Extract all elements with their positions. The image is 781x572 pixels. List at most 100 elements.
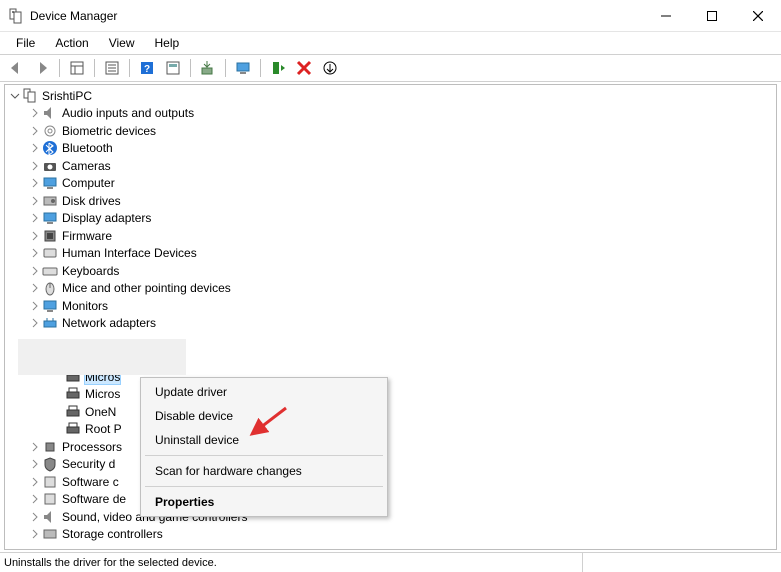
tree-item-label: Computer	[62, 176, 115, 190]
expand-icon[interactable]	[29, 493, 41, 505]
tree-root[interactable]: SrishtiPC	[5, 87, 776, 105]
action-button[interactable]	[161, 56, 185, 80]
category-icon	[42, 210, 58, 226]
menu-file[interactable]: File	[6, 34, 45, 52]
tree-category[interactable]: Security d	[5, 456, 776, 474]
tree-item-label: Bluetooth	[62, 141, 113, 155]
category-icon	[42, 474, 58, 490]
expand-icon[interactable]	[29, 458, 41, 470]
expand-icon[interactable]	[29, 142, 41, 154]
expand-icon[interactable]	[29, 282, 41, 294]
menu-action[interactable]: Action	[45, 34, 98, 52]
minimize-button[interactable]	[643, 0, 689, 32]
expand-icon[interactable]	[29, 107, 41, 119]
device-tree[interactable]: SrishtiPC Audio inputs and outputsBiomet…	[4, 84, 777, 550]
tree-item-label: Micros	[85, 387, 120, 401]
expand-icon[interactable]	[29, 317, 41, 329]
close-button[interactable]	[735, 0, 781, 32]
category-icon	[42, 158, 58, 174]
tree-category[interactable]: Monitors	[5, 297, 776, 315]
expand-icon[interactable]	[29, 511, 41, 523]
tree-category[interactable]: Disk drives	[5, 192, 776, 210]
status-text: Uninstalls the driver for the selected d…	[4, 557, 217, 569]
enable-device-button[interactable]	[266, 56, 290, 80]
tree-category[interactable]: Bluetooth	[5, 140, 776, 158]
context-disable-device[interactable]: Disable device	[141, 404, 387, 428]
properties-button[interactable]	[100, 56, 124, 80]
tree-category[interactable]: Cameras	[5, 157, 776, 175]
expand-icon[interactable]	[29, 441, 41, 453]
maximize-button[interactable]	[689, 0, 735, 32]
scan-hardware-button[interactable]	[231, 56, 255, 80]
toolbar: ?	[0, 54, 781, 82]
tree-item-label: Keyboards	[62, 264, 119, 278]
tree-item-printer[interactable]: Root P	[5, 421, 776, 439]
expand-icon[interactable]	[29, 247, 41, 259]
tree-category[interactable]: Software c	[5, 473, 776, 491]
tree-item-label: Biometric devices	[62, 124, 156, 138]
tree-category[interactable]: Processors	[5, 438, 776, 456]
menu-help[interactable]: Help	[145, 34, 190, 52]
printer-icon	[65, 421, 81, 437]
tree-category[interactable]: Firmware	[5, 227, 776, 245]
context-properties[interactable]: Properties	[141, 490, 387, 514]
category-icon	[42, 140, 58, 156]
category-icon	[42, 245, 58, 261]
tree-category[interactable]: Sound, video and game controllers	[5, 508, 776, 526]
update-driver-button[interactable]	[196, 56, 220, 80]
expand-icon[interactable]	[29, 265, 41, 277]
computer-icon	[22, 88, 38, 104]
tree-category[interactable]: Storage controllers	[5, 526, 776, 544]
back-button[interactable]	[4, 56, 28, 80]
tree-category[interactable]: Audio inputs and outputs	[5, 105, 776, 123]
category-icon	[42, 280, 58, 296]
app-icon	[8, 8, 24, 24]
forward-button[interactable]	[30, 56, 54, 80]
category-icon	[42, 228, 58, 244]
tree-item-printer[interactable]: Micros	[5, 386, 776, 404]
expand-icon[interactable]	[29, 125, 41, 137]
tree-item-label: Cameras	[62, 159, 111, 173]
category-icon	[42, 175, 58, 191]
tree-category[interactable]: Computer	[5, 175, 776, 193]
expand-icon[interactable]	[29, 528, 41, 540]
tree-category[interactable]: Network adapters	[5, 315, 776, 333]
category-icon	[42, 123, 58, 139]
expand-icon[interactable]	[29, 476, 41, 488]
printer-icon	[65, 404, 81, 420]
tree-item-label: Root P	[85, 422, 122, 436]
tree-category[interactable]: Human Interface Devices	[5, 245, 776, 263]
category-icon	[42, 439, 58, 455]
tree-category[interactable]: Display adapters	[5, 210, 776, 228]
tree-item-label: Network adapters	[62, 316, 156, 330]
expand-icon[interactable]	[29, 195, 41, 207]
tree-item-label: Display adapters	[62, 211, 151, 225]
expand-icon[interactable]	[29, 230, 41, 242]
category-icon	[42, 105, 58, 121]
collapse-icon[interactable]	[9, 90, 21, 102]
tree-category[interactable]: Keyboards	[5, 262, 776, 280]
expand-icon[interactable]	[29, 212, 41, 224]
help-button[interactable]: ?	[135, 56, 159, 80]
tree-category[interactable]: Mice and other pointing devices	[5, 280, 776, 298]
tree-category[interactable]: Software de	[5, 491, 776, 509]
context-update-driver[interactable]: Update driver	[141, 380, 387, 404]
window-title: Device Manager	[30, 9, 117, 23]
expand-icon[interactable]	[29, 177, 41, 189]
disable-device-button[interactable]	[318, 56, 342, 80]
show-hide-tree-button[interactable]	[65, 56, 89, 80]
context-scan-hardware[interactable]: Scan for hardware changes	[141, 459, 387, 483]
context-menu: Update driver Disable device Uninstall d…	[140, 377, 388, 517]
tree-item-printer[interactable]: OneN	[5, 403, 776, 421]
context-uninstall-device[interactable]: Uninstall device	[141, 428, 387, 452]
expand-icon[interactable]	[29, 160, 41, 172]
tree-item-label: OneN	[85, 405, 116, 419]
expand-icon[interactable]	[29, 300, 41, 312]
menu-view[interactable]: View	[99, 34, 145, 52]
printer-icon	[65, 386, 81, 402]
tree-category[interactable]: Biometric devices	[5, 122, 776, 140]
uninstall-device-button[interactable]	[292, 56, 316, 80]
category-icon	[42, 526, 58, 542]
category-icon	[42, 509, 58, 525]
menu-separator	[145, 455, 383, 456]
